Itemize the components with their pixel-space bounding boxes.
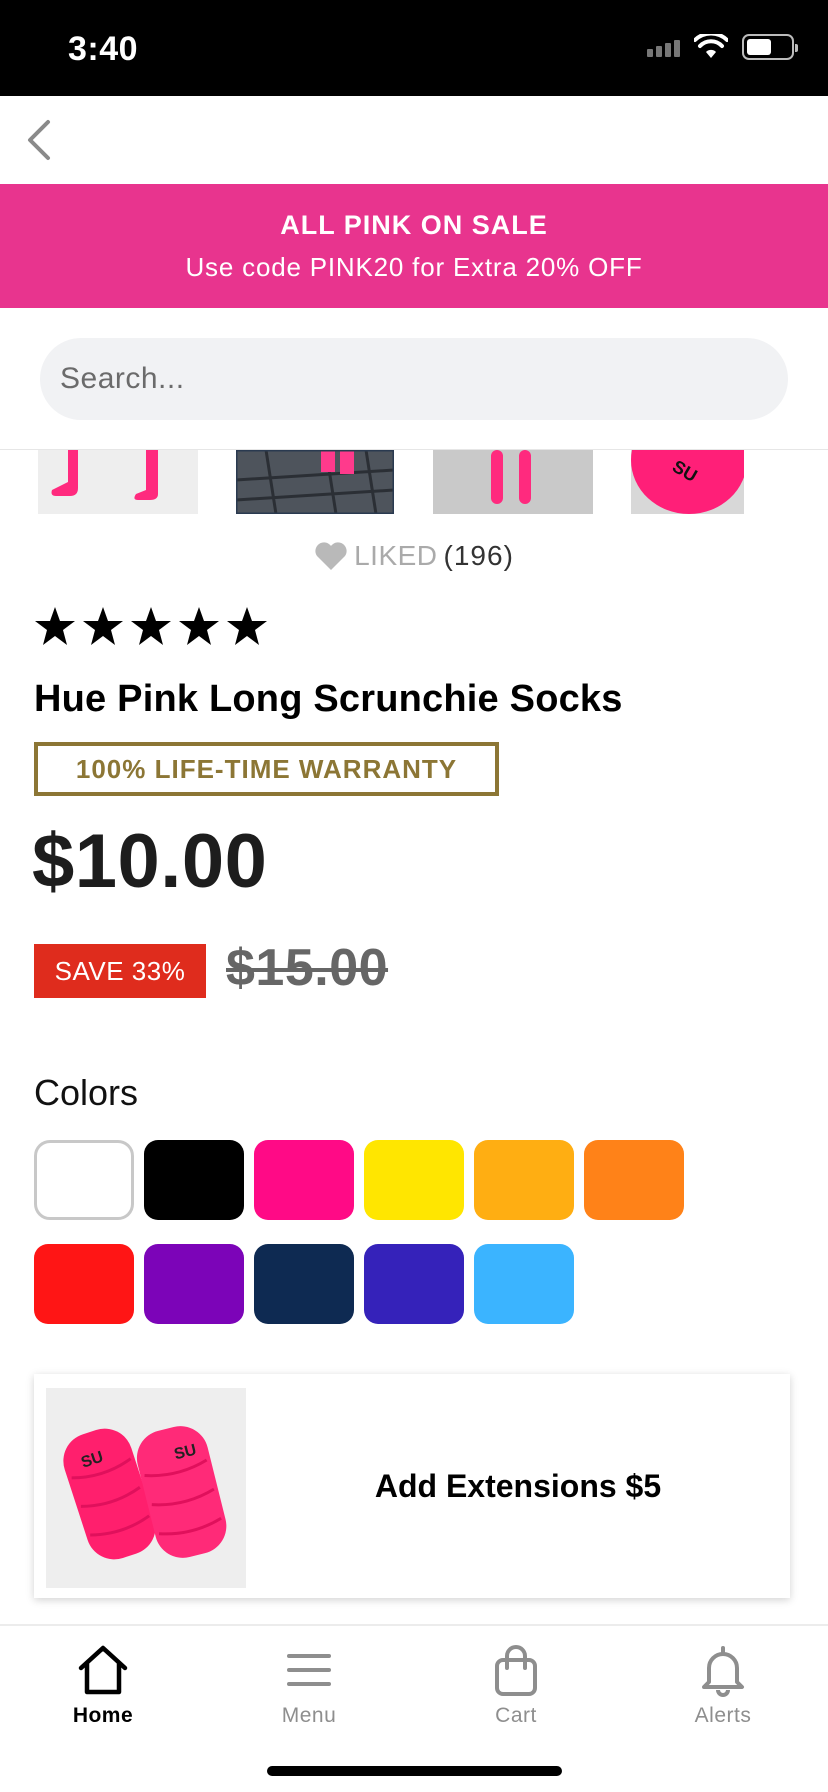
- warranty-badge: 100% LIFE-TIME WARRANTY: [34, 742, 499, 796]
- search-area: [0, 308, 828, 450]
- promo-subtitle: Use code PINK20 for Extra 20% OFF: [185, 252, 643, 282]
- star-icon: [131, 607, 171, 645]
- tab-label: Cart: [495, 1704, 537, 1727]
- tab-home[interactable]: Home: [23, 1642, 183, 1728]
- tab-menu[interactable]: Menu: [229, 1642, 389, 1728]
- tab-label: Menu: [281, 1704, 337, 1727]
- liked-count: (196): [443, 540, 514, 571]
- nav-header: [0, 96, 828, 184]
- wifi-icon: [694, 34, 728, 58]
- color-swatch-black[interactable]: [144, 1140, 244, 1220]
- tab-label: Home: [72, 1704, 134, 1727]
- cellular-signal-icon: [647, 37, 680, 57]
- home-icon: [78, 1645, 128, 1695]
- status-icons: [647, 34, 798, 60]
- color-swatch-white[interactable]: [34, 1140, 134, 1220]
- menu-icon: [287, 1654, 331, 1686]
- product-thumbnail[interactable]: SU: [631, 450, 744, 514]
- add-extensions-card[interactable]: SU SU Add Extensions $5: [34, 1374, 790, 1598]
- promo-banner[interactable]: ALL PINK ON SALE Use code PINK20 for Ext…: [0, 184, 828, 308]
- product-thumbnail[interactable]: [433, 450, 593, 514]
- colors-label: Colors: [34, 1072, 139, 1113]
- color-swatch-navy[interactable]: [254, 1244, 354, 1324]
- chevron-left-icon: [28, 120, 50, 160]
- search-input[interactable]: [40, 338, 788, 420]
- rating-stars: [34, 606, 268, 646]
- product-thumbnails: SU: [0, 450, 828, 514]
- star-icon: [35, 607, 75, 645]
- product-title: Hue Pink Long Scrunchie Socks: [34, 678, 623, 720]
- product-thumbnail[interactable]: [38, 450, 198, 514]
- bell-icon: [702, 1646, 744, 1697]
- home-indicator: [267, 1766, 562, 1776]
- color-swatch-orange[interactable]: [584, 1140, 684, 1220]
- tab-alerts[interactable]: Alerts: [643, 1642, 803, 1728]
- back-button[interactable]: [20, 116, 60, 164]
- star-icon: [179, 607, 219, 645]
- promo-title: ALL PINK ON SALE: [280, 210, 548, 240]
- color-swatch-gold[interactable]: [474, 1140, 574, 1220]
- color-swatch-sky-blue[interactable]: [474, 1244, 574, 1324]
- star-icon: [227, 607, 267, 645]
- color-swatch-yellow[interactable]: [364, 1140, 464, 1220]
- add-extensions-label: Add Extensions $5: [374, 1468, 662, 1504]
- extension-image: SU SU: [46, 1388, 246, 1588]
- product-thumbnail[interactable]: [236, 450, 394, 514]
- battery-icon: [742, 34, 798, 60]
- color-swatch-purple[interactable]: [144, 1244, 244, 1324]
- liked-label: LIKED: [354, 540, 438, 571]
- product-price: $10.00: [32, 819, 268, 904]
- tab-cart[interactable]: Cart: [436, 1642, 596, 1728]
- tab-label: Alerts: [694, 1704, 752, 1727]
- original-price: $15.00: [226, 939, 389, 997]
- like-button[interactable]: LIKED (196): [0, 536, 828, 576]
- color-swatch-royal-blue[interactable]: [364, 1244, 464, 1324]
- status-bar: 3:40: [0, 0, 828, 96]
- save-badge: SAVE 33%: [34, 944, 206, 998]
- heart-icon: [315, 542, 347, 570]
- color-swatch-red[interactable]: [34, 1244, 134, 1324]
- star-icon: [83, 607, 123, 645]
- status-time: 3:40: [68, 30, 139, 68]
- color-swatch-hot-pink[interactable]: [254, 1140, 354, 1220]
- cart-icon: [495, 1645, 537, 1696]
